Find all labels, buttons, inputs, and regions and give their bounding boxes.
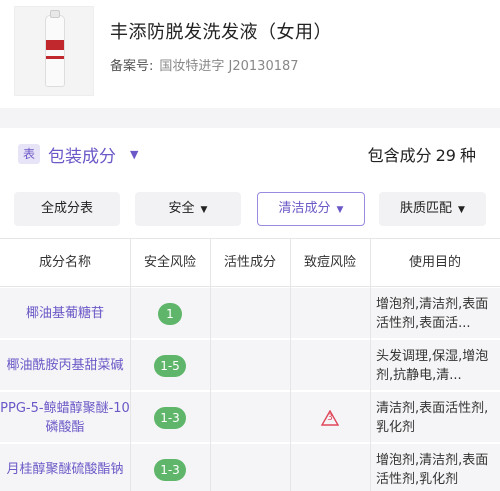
ingredient-name[interactable]: PPG-5-鲸蜡醇聚醚-10 磷酸酯 [0, 392, 130, 443]
acne-cell [290, 340, 370, 391]
filter-safety[interactable]: 安全 ▼ [135, 192, 241, 226]
acne-cell [290, 444, 370, 491]
active-cell [210, 288, 290, 339]
caret-down-icon[interactable]: ▼ [130, 148, 138, 161]
header-acne-risk: 致痘风险 [303, 255, 356, 270]
ingredient-count: 包含成分 29 种 [367, 146, 476, 165]
product-name: 丰添防脱发洗发液（女用） [110, 22, 332, 43]
ingredient-name[interactable]: 椰油基葡糖苷 [0, 288, 130, 339]
active-cell [210, 392, 290, 443]
active-cell [210, 340, 290, 391]
registration-label: 备案号: [110, 59, 154, 74]
column-divider [130, 239, 131, 491]
section-divider [0, 108, 500, 128]
ingredient-name[interactable]: 月桂醇聚醚硫酸酯钠 [0, 444, 130, 491]
table-row[interactable]: 椰油酰胺丙基甜菜碱 1-5 头发调理,保湿,增泡剂,抗静电,清... [0, 340, 500, 391]
section-title-dropdown[interactable]: 包装成分 [48, 142, 116, 167]
caret-down-icon: ▼ [336, 205, 344, 215]
header-active: 活性成分 [223, 255, 276, 270]
risk-badge: 1-3 [154, 406, 186, 429]
caret-down-icon: ▼ [200, 205, 208, 215]
risk-badge: 1-5 [154, 354, 186, 377]
ingredient-table: 成分名称 安全风险 活性成分 致痘风险 使用目的 椰油基葡糖苷 1 增泡剂,清洁… [0, 238, 500, 491]
acne-cell: 3 [290, 392, 370, 443]
table-badge-icon: 表 [18, 144, 40, 164]
risk-badge: 1-3 [154, 458, 186, 481]
acne-risk-value: 3 [327, 412, 333, 423]
ingredient-name[interactable]: 椰油酰胺丙基甜菜碱 [0, 340, 130, 391]
active-cell [210, 444, 290, 491]
bottle-icon [45, 10, 65, 87]
usage-purpose: 增泡剂,清洁剂,表面活性剂,表面活... [376, 296, 489, 331]
product-image[interactable] [14, 6, 94, 96]
filter-skin-match[interactable]: 肤质匹配 ▼ [379, 192, 486, 226]
caret-down-icon: ▼ [458, 205, 465, 215]
column-divider [210, 239, 211, 491]
acne-cell [290, 288, 370, 339]
header-name: 成分名称 [38, 255, 91, 270]
safety-risk: 1-3 [130, 392, 210, 443]
table-row[interactable]: PPG-5-鲸蜡醇聚醚-10 磷酸酯 1-3 3 清洁剂,表面活性剂,乳化剂 [0, 392, 500, 443]
filter-cleansing[interactable]: 清洁成分 ▼ [257, 192, 365, 226]
product-header: 丰添防脱发洗发液（女用） 备案号: 国妆特进字 J20130187 [0, 0, 500, 108]
registration-number: 备案号: 国妆特进字 J20130187 [110, 55, 299, 74]
ingredient-section-header: 表 包装成分 ▼ 包含成分 29 种 [0, 128, 500, 180]
risk-badge: 1 [158, 302, 182, 325]
safety-risk: 1-5 [130, 340, 210, 391]
registration-value: 国妆特进字 J20130187 [159, 59, 299, 74]
safety-risk: 1-3 [130, 444, 210, 491]
usage-purpose: 头发调理,保湿,增泡剂,抗静电,清... [376, 348, 489, 383]
usage-purpose: 增泡剂,清洁剂,表面活性剂,乳化剂 [376, 452, 489, 487]
table-header: 成分名称 安全风险 活性成分 致痘风险 使用目的 [0, 239, 500, 287]
safety-risk: 1 [130, 288, 210, 339]
table-row[interactable]: 月桂醇聚醚硫酸酯钠 1-3 增泡剂,清洁剂,表面活性剂,乳化剂 [0, 444, 500, 491]
acne-warning-icon: 3 [321, 409, 339, 426]
table-row[interactable]: 椰油基葡糖苷 1 增泡剂,清洁剂,表面活性剂,表面活... [0, 288, 500, 339]
column-divider [370, 239, 371, 491]
header-safety-risk: 安全风险 [143, 255, 196, 270]
filter-all-ingredients[interactable]: 全成分表 [14, 192, 120, 226]
column-divider [290, 239, 291, 491]
usage-purpose: 清洁剂,表面活性剂,乳化剂 [376, 400, 489, 435]
filter-bar: 全成分表 安全 ▼ 清洁成分 ▼ 肤质匹配 ▼ [0, 180, 500, 238]
header-purpose: 使用目的 [408, 255, 461, 270]
